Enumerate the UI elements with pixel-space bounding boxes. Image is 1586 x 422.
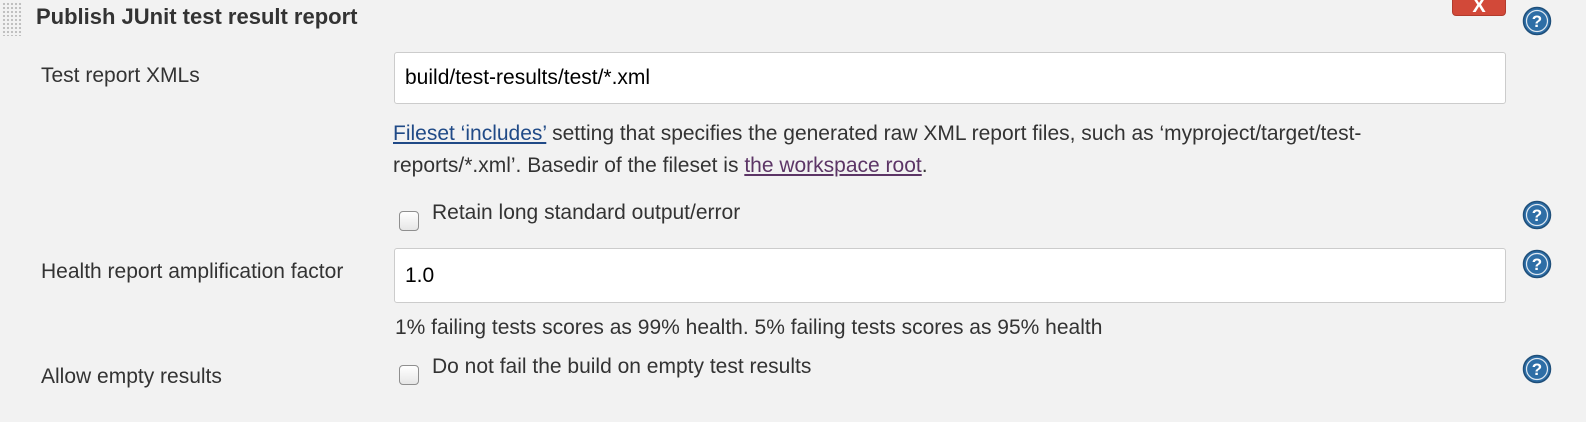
drag-handle[interactable] xyxy=(2,2,22,36)
retain-output-help-icon[interactable]: ? xyxy=(1522,200,1552,230)
svg-text:?: ? xyxy=(1532,12,1542,31)
health-factor-input[interactable] xyxy=(394,248,1506,303)
test-report-description: Fileset ‘includes’ setting that specifie… xyxy=(393,118,1483,182)
allow-empty-checkbox-label[interactable]: Do not fail the build on empty test resu… xyxy=(432,355,811,379)
allow-empty-help-icon[interactable]: ? xyxy=(1522,354,1552,384)
health-factor-label: Health report amplification factor xyxy=(41,260,344,283)
retain-output-label[interactable]: Retain long standard output/error xyxy=(432,201,740,225)
fileset-includes-link[interactable]: Fileset ‘includes’ xyxy=(393,122,546,145)
svg-text:?: ? xyxy=(1532,255,1542,274)
allow-empty-label: Allow empty results xyxy=(41,365,222,388)
health-factor-help-icon[interactable]: ? xyxy=(1522,249,1552,279)
section-help-icon[interactable]: ? xyxy=(1522,6,1552,36)
test-report-xmls-input[interactable] xyxy=(394,52,1506,104)
svg-text:?: ? xyxy=(1532,206,1542,225)
workspace-root-link[interactable]: the workspace root xyxy=(744,154,921,177)
health-factor-hint: 1% failing tests scores as 99% health. 5… xyxy=(395,316,1103,339)
section-title: Publish JUnit test result report xyxy=(36,4,358,29)
delete-section-button[interactable]: X xyxy=(1452,0,1506,17)
retain-output-checkbox[interactable] xyxy=(399,211,419,231)
svg-text:?: ? xyxy=(1532,360,1542,379)
test-report-label: Test report XMLs xyxy=(41,64,200,87)
allow-empty-checkbox[interactable] xyxy=(399,365,419,385)
junit-publisher-section: Publish JUnit test result report X ? ? ?… xyxy=(0,0,1586,422)
description-text-2: . xyxy=(921,154,928,177)
